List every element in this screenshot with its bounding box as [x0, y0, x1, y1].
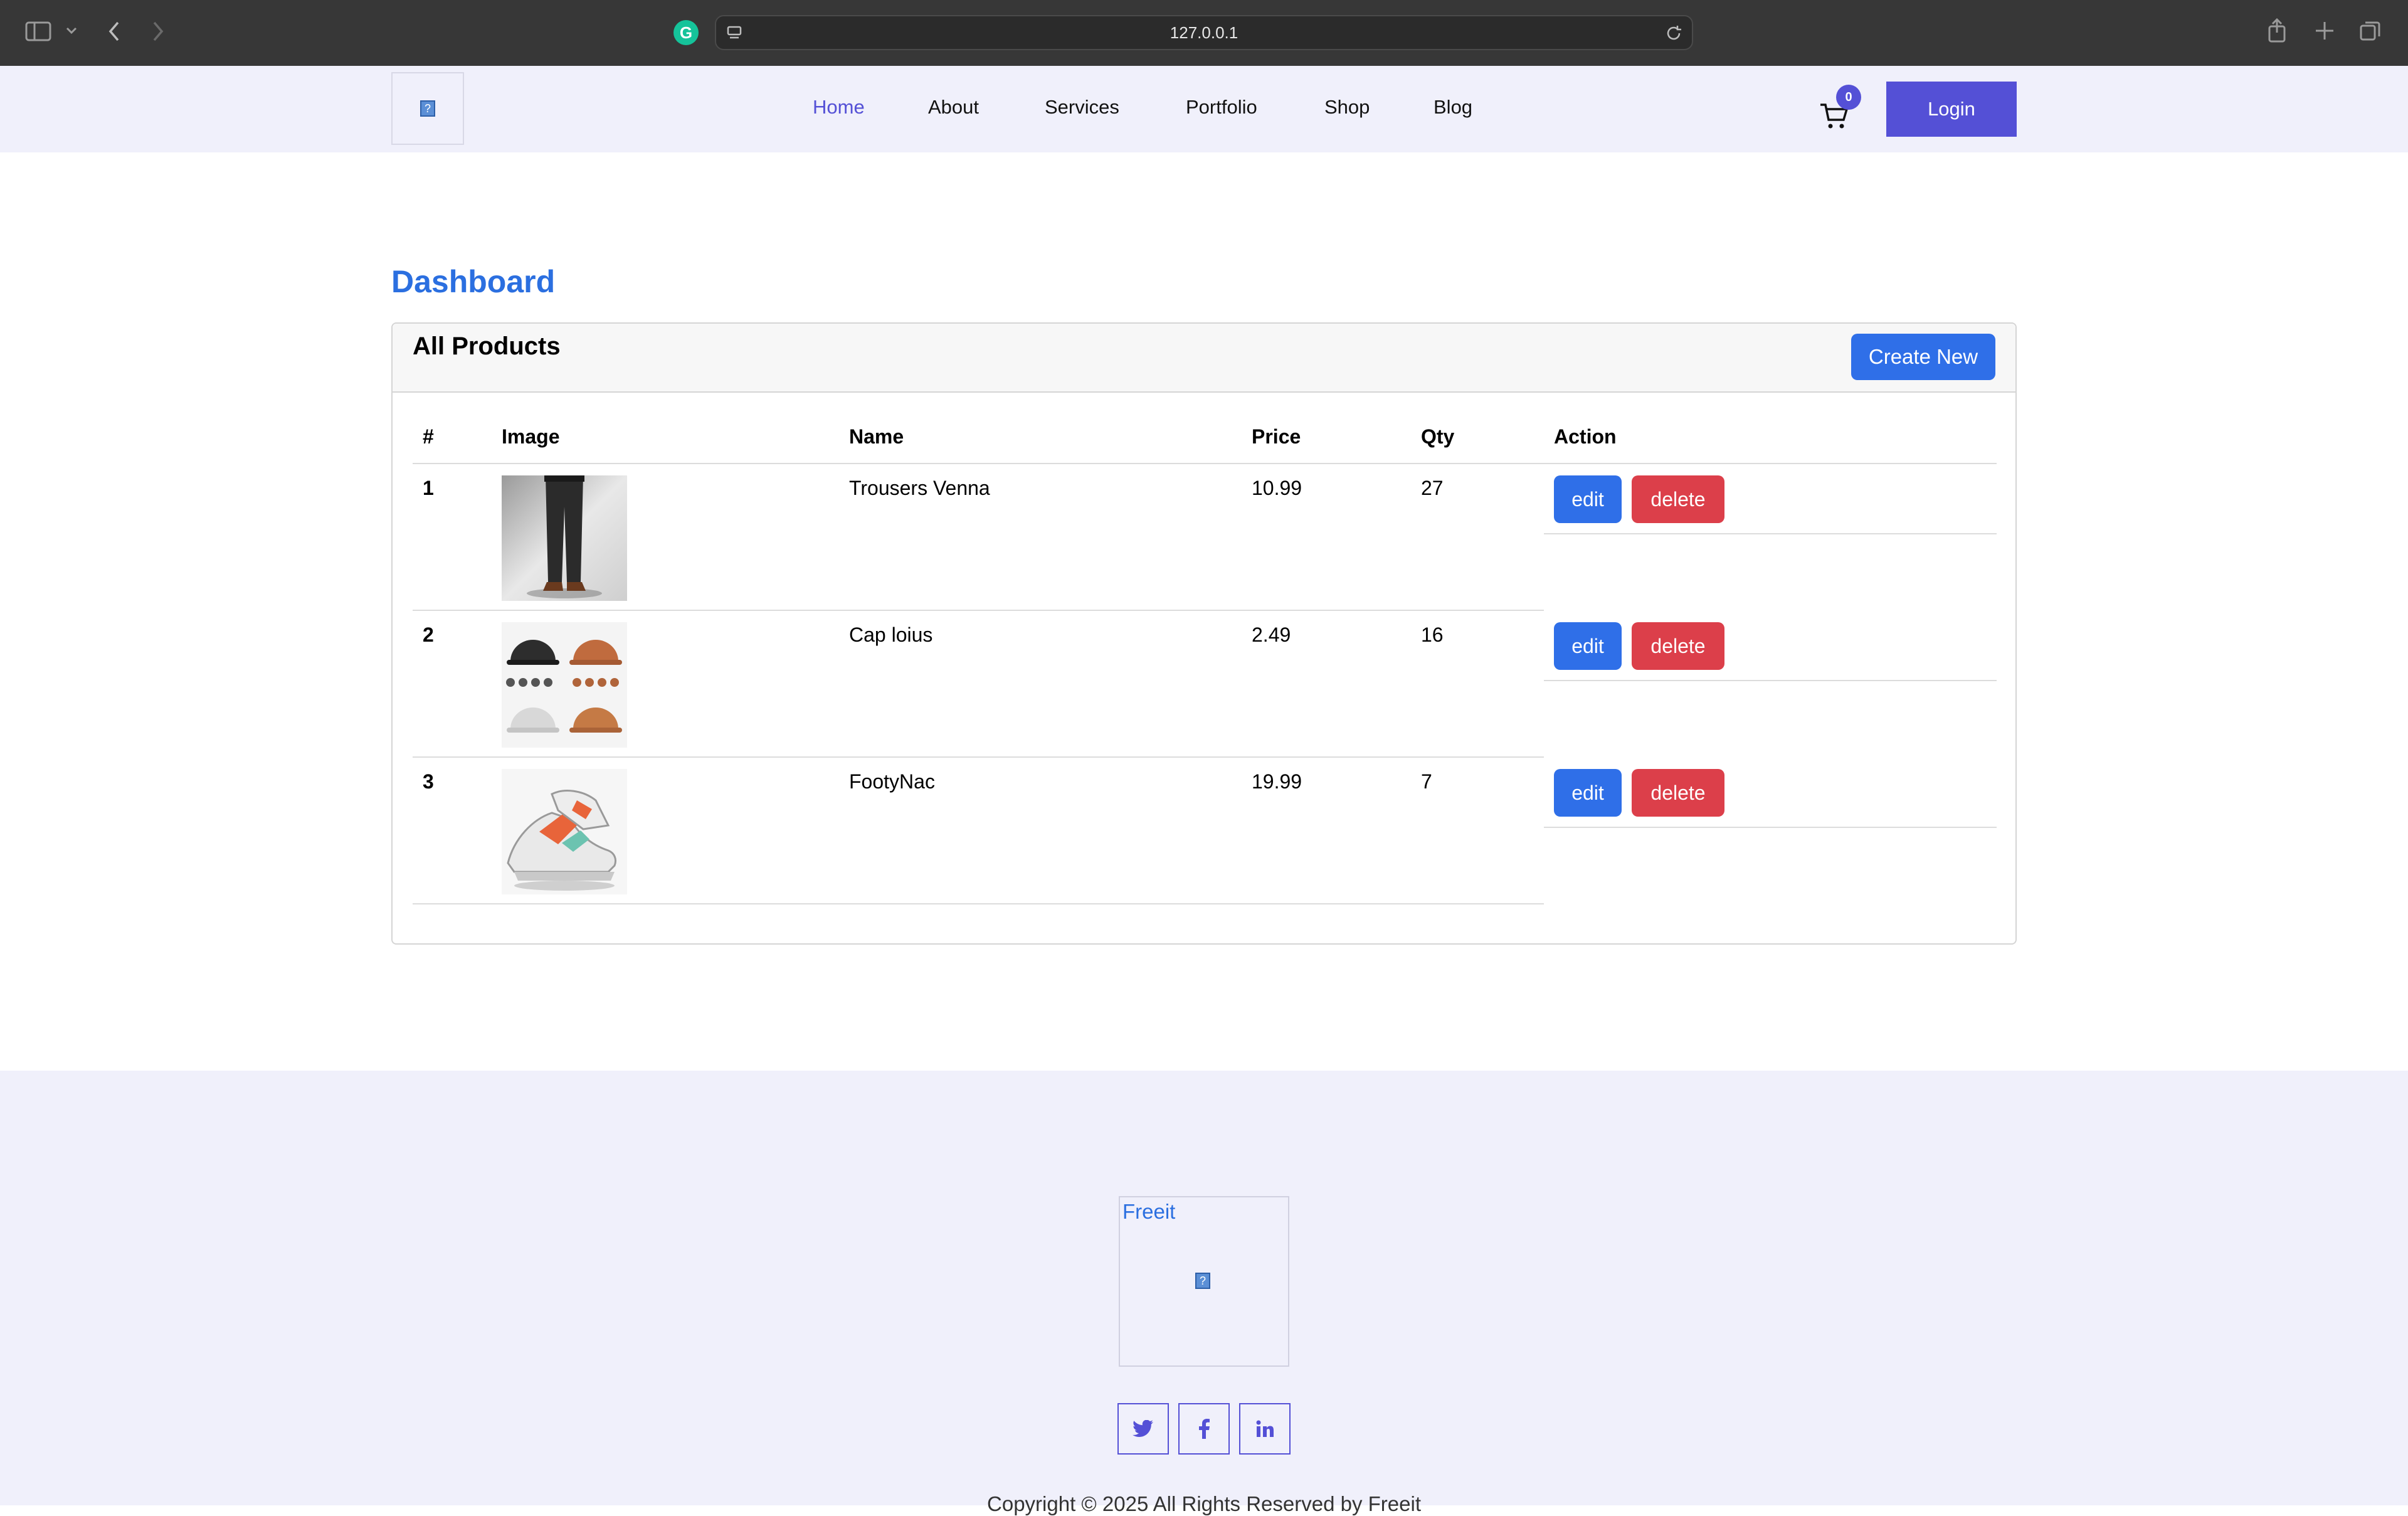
broken-image-icon: ? — [1195, 1273, 1210, 1289]
nav-blog[interactable]: Blog — [1434, 96, 1472, 119]
browser-toolbar: G 127.0.0.1 — [0, 0, 2408, 66]
product-image-sneakers — [502, 769, 627, 894]
product-image-caps — [502, 622, 627, 748]
delete-button[interactable]: delete — [1632, 475, 1724, 523]
row-divider — [413, 903, 1544, 904]
footer-logo[interactable]: Freeit ? — [1119, 1196, 1289, 1367]
product-qty: 7 — [1421, 770, 1432, 793]
product-name: FootyNac — [849, 770, 935, 793]
copyright-text: Copyright © 2025 All Rights Reserved by … — [987, 1492, 1421, 1515]
card-title: All Products — [413, 332, 561, 360]
product-name: Cap loius — [849, 623, 933, 646]
edit-button[interactable]: edit — [1554, 622, 1622, 670]
action-divider — [1544, 680, 1997, 681]
row-number: 1 — [423, 477, 434, 499]
product-price: 19.99 — [1252, 770, 1302, 793]
product-image-trousers — [502, 475, 627, 601]
action-divider — [1544, 827, 1997, 828]
product-qty: 27 — [1421, 477, 1444, 499]
new-tab-icon[interactable] — [2314, 20, 2335, 41]
column-header-action: Action — [1554, 425, 1617, 448]
create-new-button[interactable]: Create New — [1851, 334, 1995, 380]
nav-home[interactable]: Home — [813, 96, 865, 119]
column-header-price: Price — [1252, 425, 1301, 448]
delete-button[interactable]: delete — [1632, 622, 1724, 670]
chevron-down-icon[interactable] — [65, 26, 78, 35]
footer-logo-alt-text: Freeit — [1122, 1200, 1176, 1223]
nav-about[interactable]: About — [928, 96, 979, 119]
row-number: 2 — [423, 623, 434, 646]
broken-image-icon: ? — [420, 100, 435, 117]
url-text[interactable]: 127.0.0.1 — [716, 16, 1692, 49]
twitter-icon[interactable] — [1117, 1403, 1169, 1455]
reload-icon[interactable] — [1664, 24, 1683, 43]
product-qty: 16 — [1421, 623, 1444, 646]
action-divider — [1544, 533, 1997, 534]
tabs-overview-icon[interactable] — [2359, 20, 2382, 43]
login-button[interactable]: Login — [1886, 82, 2017, 137]
products-card: All Products Create New # Image Name Pri… — [391, 322, 2017, 945]
card-header: All Products Create New — [393, 324, 2015, 393]
page-title: Dashboard — [391, 264, 556, 299]
column-header-number: # — [423, 425, 434, 448]
address-bar[interactable]: 127.0.0.1 — [715, 15, 1693, 50]
edit-button[interactable]: edit — [1554, 769, 1622, 817]
column-header-image: Image — [502, 425, 560, 448]
grammarly-icon[interactable]: G — [673, 20, 699, 45]
nav-portfolio[interactable]: Portfolio — [1186, 96, 1257, 119]
nav-shop[interactable]: Shop — [1324, 96, 1370, 119]
cart-count-badge: 0 — [1836, 85, 1861, 110]
nav-services[interactable]: Services — [1045, 96, 1119, 119]
back-icon[interactable] — [107, 20, 122, 43]
share-icon[interactable] — [2266, 18, 2288, 44]
header-divider — [413, 463, 1997, 464]
row-divider — [413, 610, 1544, 611]
column-header-name: Name — [849, 425, 904, 448]
sidebar-icon[interactable] — [25, 20, 51, 43]
row-number: 3 — [423, 770, 434, 793]
column-header-qty: Qty — [1421, 425, 1455, 448]
site-header: ? Home About Services Portfolio Shop Blo… — [0, 66, 2408, 152]
site-logo[interactable]: ? — [391, 72, 464, 145]
product-price: 2.49 — [1252, 623, 1291, 646]
linkedin-icon[interactable] — [1239, 1403, 1291, 1455]
site-footer: Freeit ? Copyright © 2025 All Rights Res… — [0, 1071, 2408, 1515]
edit-button[interactable]: edit — [1554, 475, 1622, 523]
delete-button[interactable]: delete — [1632, 769, 1724, 817]
row-divider — [413, 756, 1544, 758]
product-price: 10.99 — [1252, 477, 1302, 499]
forward-icon[interactable] — [150, 20, 166, 43]
product-name: Trousers Venna — [849, 477, 990, 499]
facebook-icon[interactable] — [1178, 1403, 1230, 1455]
